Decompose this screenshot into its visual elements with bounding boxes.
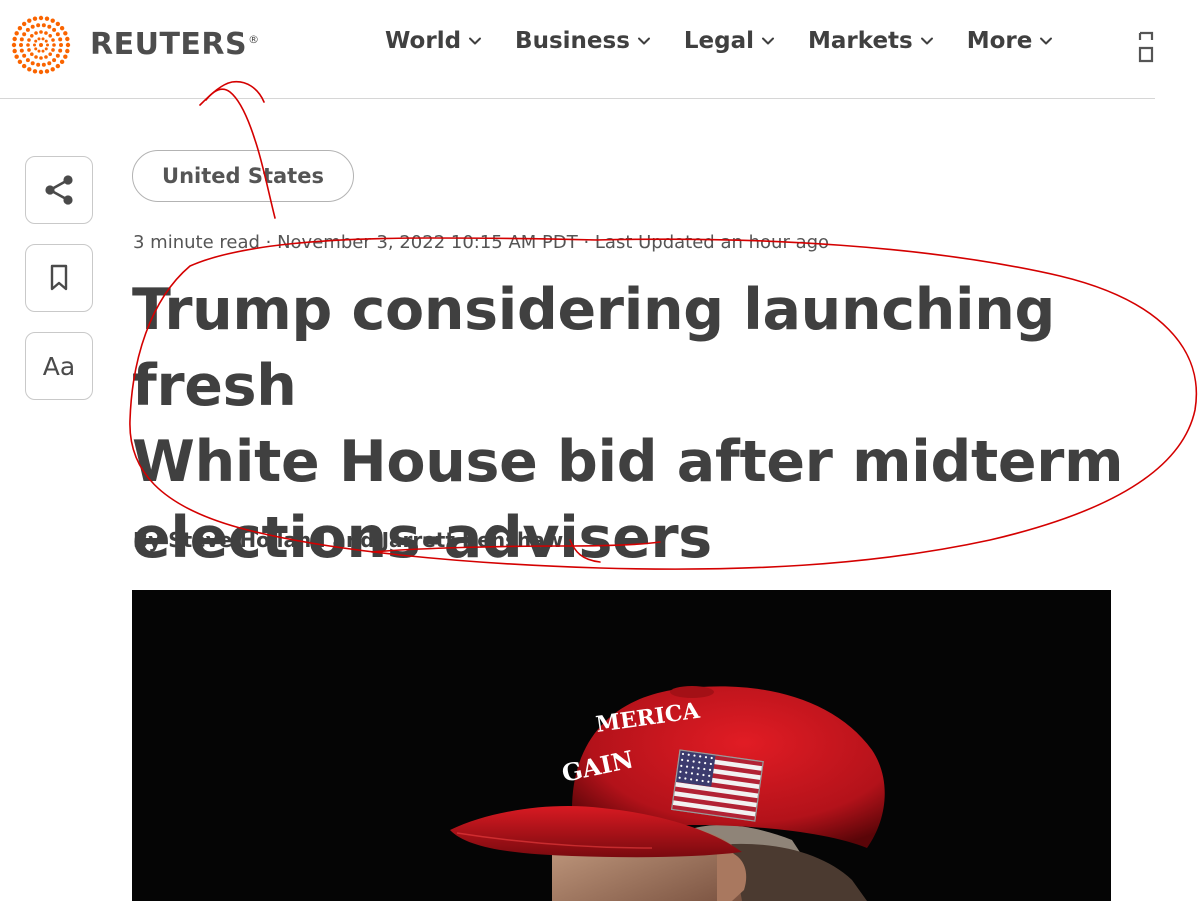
headline-line: White House bid after midterm: [132, 429, 1124, 495]
nav-item-label: More: [966, 28, 1033, 54]
header-divider: [0, 98, 1155, 99]
chevron-down-icon: [469, 37, 482, 45]
share-icon: [45, 175, 73, 205]
nav-item-more[interactable]: More: [967, 28, 1055, 54]
share-button[interactable]: [25, 156, 93, 224]
reuters-logo-mark-icon: [11, 15, 71, 75]
nav-item-markets[interactable]: Markets: [808, 28, 935, 54]
headline-line: Trump considering launching fresh: [132, 277, 1056, 419]
nav-item-label: World: [385, 28, 462, 54]
chevron-down-icon: [920, 37, 933, 45]
nav-item-world[interactable]: World: [385, 28, 483, 54]
photo-illustration: MERICA GAIN: [132, 590, 1111, 901]
lead-photo[interactable]: MERICA GAIN: [132, 590, 1111, 901]
author-link[interactable]: Steve Holland: [168, 528, 325, 552]
nav-item-label: Legal: [683, 28, 755, 54]
chevron-down-icon: [762, 37, 775, 45]
byline: By Steve Holland and Jarrett Renshaw: [133, 528, 563, 552]
nav-item-business[interactable]: Business: [515, 28, 652, 54]
author-link[interactable]: Jarrett Renshaw: [382, 528, 564, 552]
bookmark-button[interactable]: [25, 244, 93, 312]
nav-item-legal[interactable]: Legal: [684, 28, 776, 54]
main-nav: World Business Legal Markets More: [385, 28, 1086, 54]
byline-prefix: By: [133, 528, 169, 552]
site-header: REUTERS® World Business Legal Markets Mo…: [0, 0, 1200, 99]
topic-tag[interactable]: United States: [132, 150, 354, 202]
bookmark-icon: [50, 264, 68, 291]
logo-wordmark: REUTERS®: [90, 27, 260, 62]
text-size-label: Aa: [42, 351, 76, 381]
nav-item-label: Business: [515, 28, 630, 54]
cropped-header-control-icon[interactable]: [1136, 30, 1156, 64]
chevron-down-icon: [637, 37, 650, 45]
chevron-down-icon: [1040, 37, 1053, 45]
reuters-logo[interactable]: REUTERS®: [10, 14, 260, 76]
nav-item-label: Markets: [808, 28, 913, 54]
flag-patch: [670, 749, 764, 822]
article-meta: 3 minute read · November 3, 2022 10:15 A…: [133, 232, 830, 253]
byline-joiner: and: [325, 528, 382, 552]
text-size-button[interactable]: Aa: [25, 332, 93, 400]
